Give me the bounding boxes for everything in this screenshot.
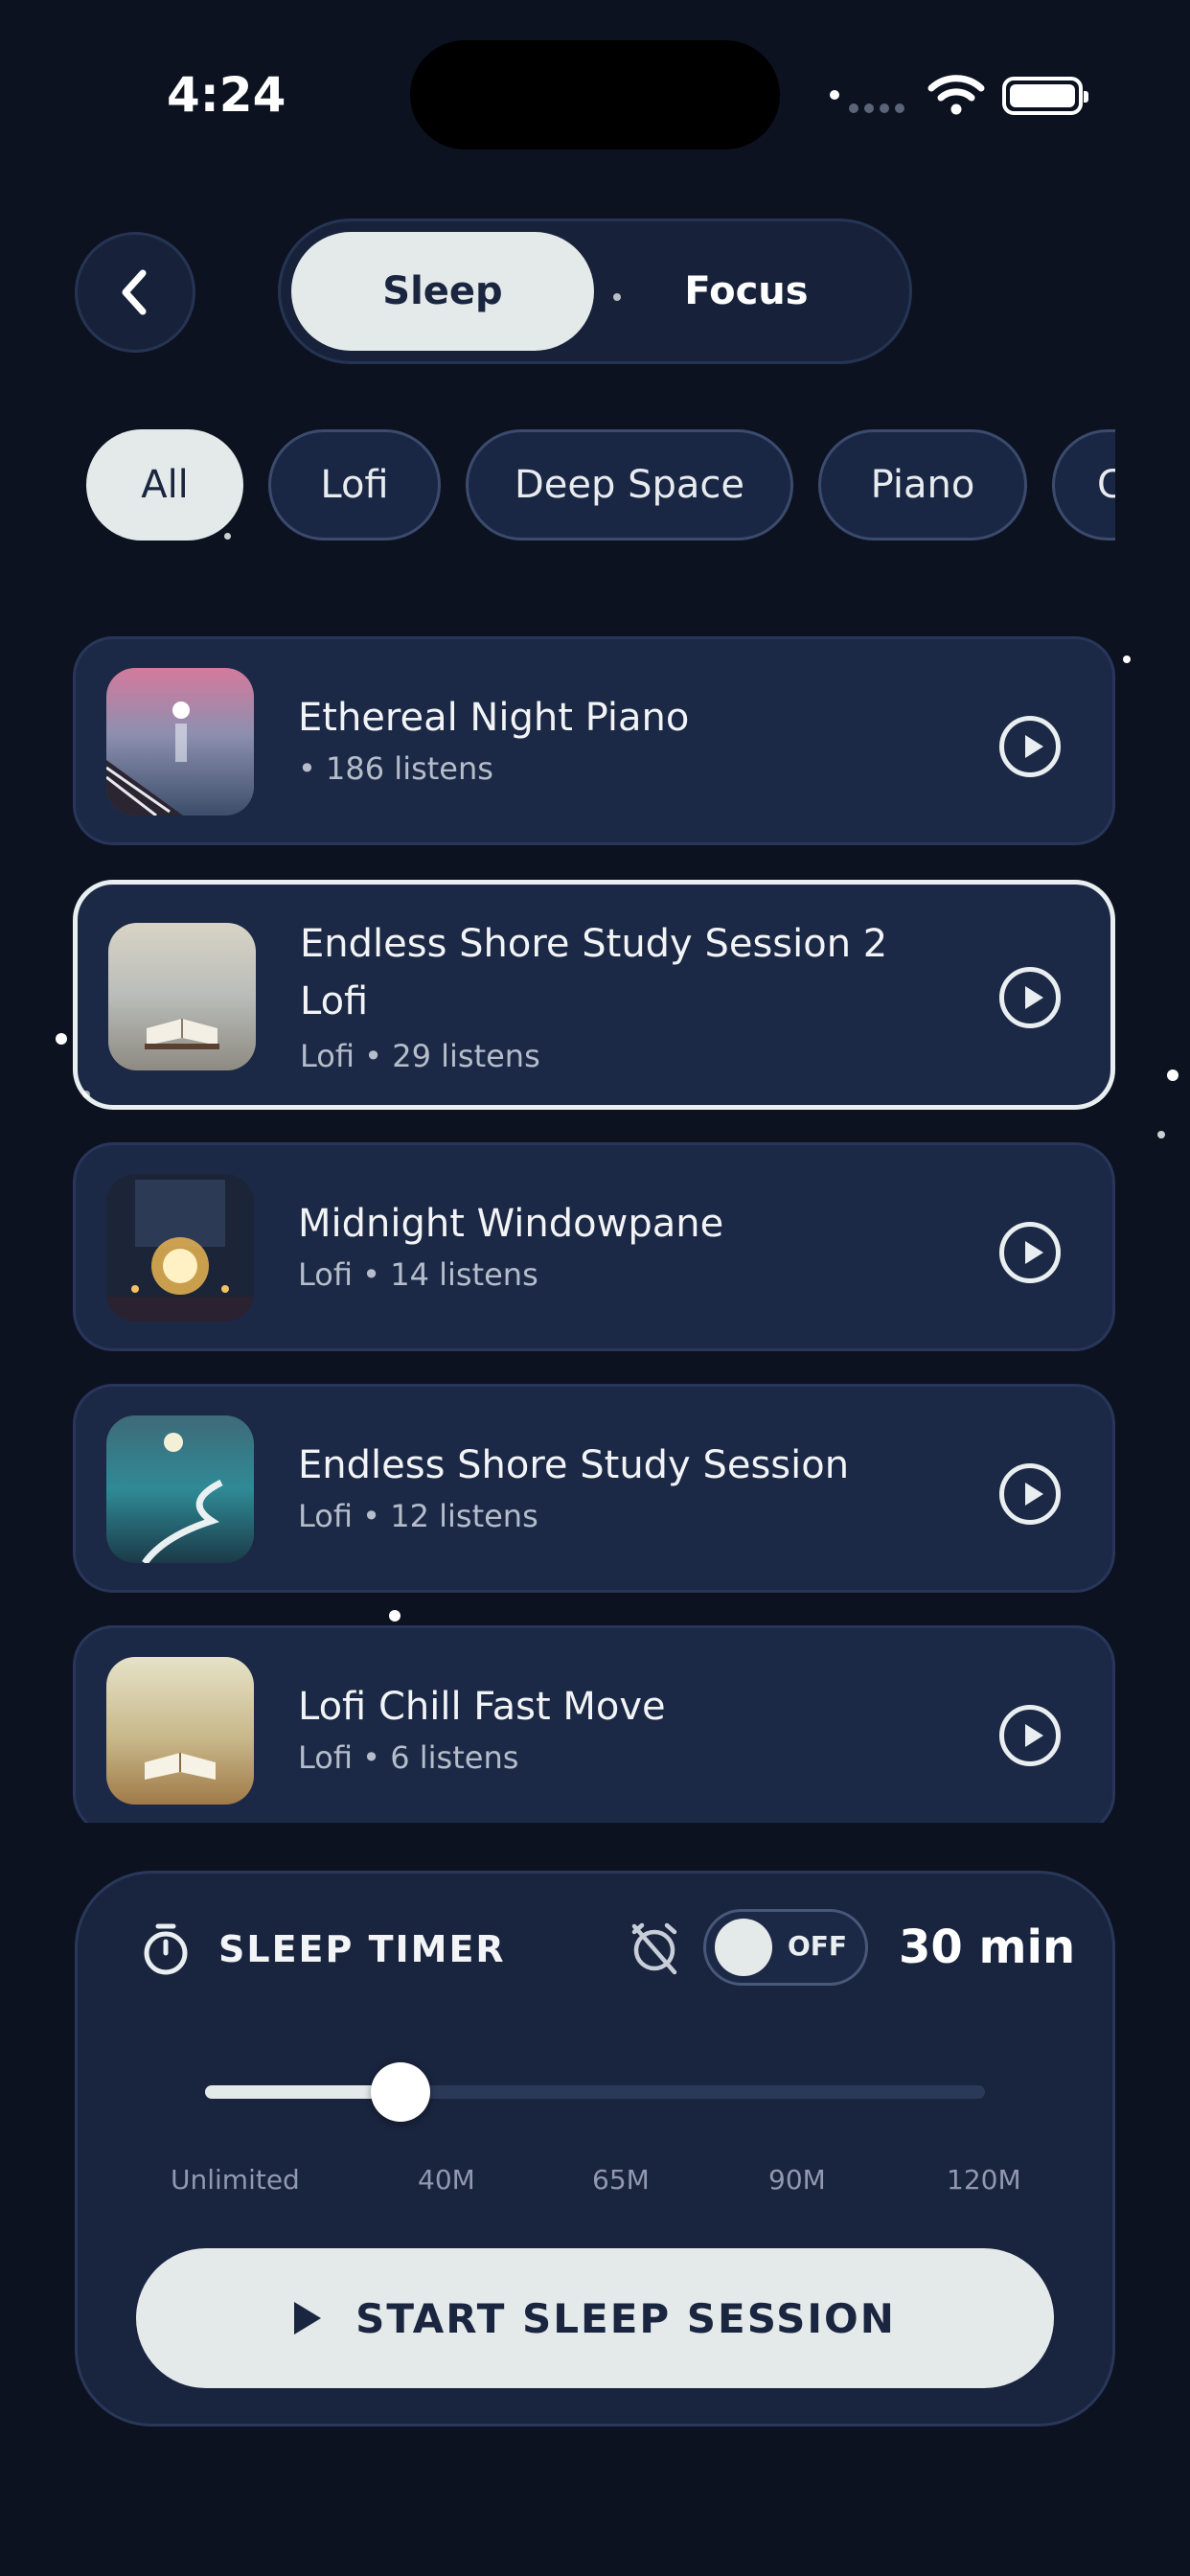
cellular-signal-icon bbox=[849, 104, 904, 113]
track-title: Endless Shore Study Session 2 Lofi bbox=[300, 922, 888, 1024]
slider-tick-40m: 40M bbox=[418, 2164, 475, 2196]
star-decoration bbox=[1123, 656, 1131, 663]
tab-sleep[interactable]: Sleep bbox=[291, 232, 594, 351]
chip-partial[interactable]: C bbox=[1052, 429, 1115, 540]
star-decoration bbox=[830, 90, 839, 100]
track-meta: Lofi • 6 listens bbox=[298, 1739, 519, 1776]
play-icon[interactable] bbox=[999, 1222, 1061, 1283]
play-icon[interactable] bbox=[999, 967, 1061, 1028]
start-button-label: START SLEEP SESSION bbox=[355, 2294, 896, 2342]
timer-duration-value: 30 min bbox=[899, 1920, 1076, 1974]
toggle-knob bbox=[715, 1919, 772, 1976]
play-icon bbox=[294, 2302, 322, 2334]
track-meta: • 186 listens bbox=[298, 750, 493, 787]
wifi-icon bbox=[927, 75, 985, 115]
chip-all[interactable]: All bbox=[86, 429, 243, 540]
alarm-off-icon bbox=[631, 1922, 677, 1975]
play-icon[interactable] bbox=[999, 1705, 1061, 1766]
track-title: Endless Shore Study Session bbox=[298, 1443, 850, 1487]
track-artwork bbox=[106, 668, 254, 816]
slider-tick-65m: 65M bbox=[592, 2164, 650, 2196]
track-card-midnight-windowpane[interactable]: Midnight Windowpane Lofi • 14 listens bbox=[73, 1142, 1115, 1351]
track-card-endless-shore[interactable]: Endless Shore Study Session Lofi • 12 li… bbox=[73, 1384, 1115, 1593]
play-icon[interactable] bbox=[999, 716, 1061, 777]
start-sleep-session-button[interactable]: START SLEEP SESSION bbox=[136, 2248, 1054, 2388]
status-time: 4:24 bbox=[167, 67, 286, 123]
tab-focus[interactable]: Focus bbox=[594, 232, 899, 351]
track-title: Lofi Chill Fast Move bbox=[298, 1685, 666, 1729]
track-title: Ethereal Night Piano bbox=[298, 696, 690, 740]
track-card-endless-shore-2[interactable]: Endless Shore Study Session 2 Lofi Lofi … bbox=[73, 880, 1115, 1110]
track-meta: Lofi • 29 listens bbox=[300, 1038, 540, 1074]
chip-deep-space[interactable]: Deep Space bbox=[466, 429, 793, 540]
back-button[interactable] bbox=[75, 232, 195, 353]
track-card-lofi-chill-fast-move[interactable]: Lofi Chill Fast Move Lofi • 6 listens bbox=[73, 1625, 1115, 1823]
track-meta: Lofi • 14 listens bbox=[298, 1256, 538, 1293]
track-meta: Lofi • 12 listens bbox=[298, 1498, 538, 1534]
track-artwork bbox=[108, 923, 256, 1070]
star-decoration bbox=[613, 293, 621, 301]
chevron-left-icon bbox=[122, 269, 147, 315]
slider-tick-120m: 120M bbox=[947, 2164, 1021, 2196]
track-artwork bbox=[106, 1415, 254, 1563]
track-artwork bbox=[106, 1174, 254, 1322]
battery-icon bbox=[1002, 77, 1088, 115]
stopwatch-icon bbox=[144, 1923, 188, 1975]
star-decoration bbox=[389, 1610, 400, 1622]
track-title: Midnight Windowpane bbox=[298, 1202, 724, 1246]
chip-piano[interactable]: Piano bbox=[818, 429, 1027, 540]
star-decoration bbox=[82, 1091, 90, 1098]
slider-tick-unlimited: Unlimited bbox=[171, 2164, 300, 2196]
timer-slider-thumb[interactable] bbox=[370, 2062, 430, 2122]
track-card-ethereal-night-piano[interactable]: Ethereal Night Piano • 186 listens bbox=[73, 636, 1115, 845]
star-decoration bbox=[56, 1033, 67, 1045]
star-decoration bbox=[1157, 1131, 1165, 1138]
sleep-timer-label: SLEEP TIMER bbox=[218, 1928, 506, 1970]
dynamic-island bbox=[410, 40, 780, 150]
slider-tick-90m: 90M bbox=[768, 2164, 826, 2196]
toggle-state-label: OFF bbox=[788, 1930, 848, 1962]
category-filter-bar: All Lofi Deep Space Piano C bbox=[84, 429, 1115, 542]
play-icon[interactable] bbox=[999, 1463, 1061, 1525]
chip-lofi[interactable]: Lofi bbox=[268, 429, 441, 540]
track-artwork bbox=[106, 1657, 254, 1805]
star-decoration bbox=[224, 533, 231, 540]
star-decoration bbox=[1167, 1070, 1179, 1081]
track-list: Ethereal Night Piano • 186 listens Endle… bbox=[73, 634, 1117, 1823]
